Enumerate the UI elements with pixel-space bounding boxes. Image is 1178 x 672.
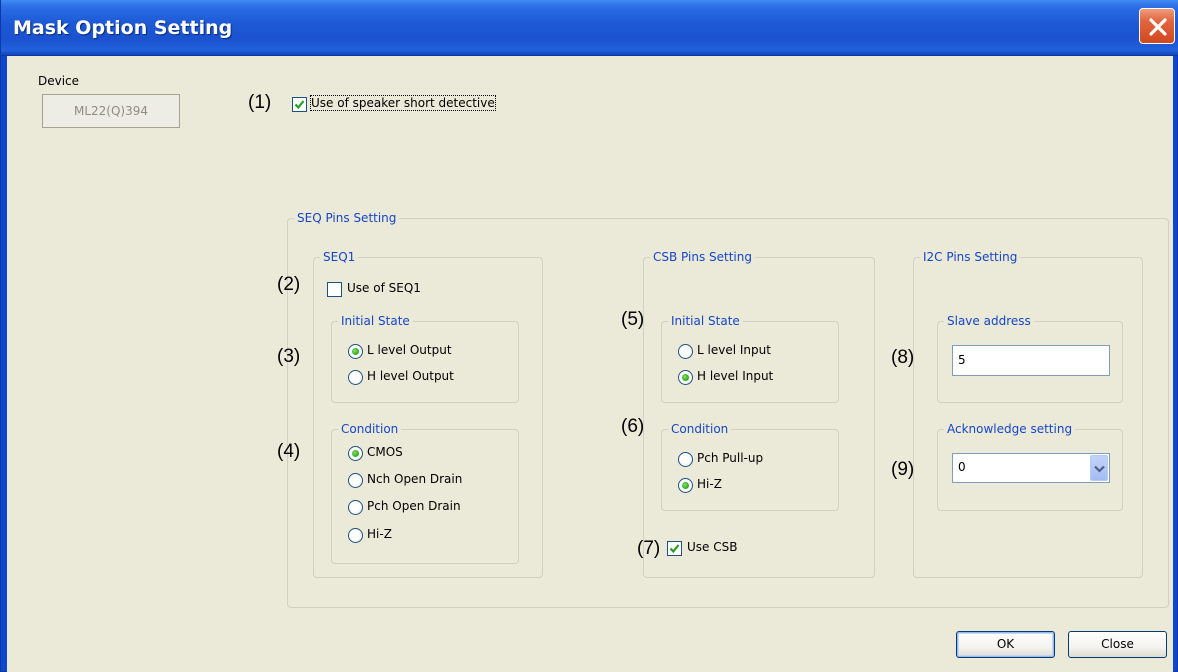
seq1-hi-z-radio[interactable] [348, 528, 363, 543]
seq1-initial-state-group: Initial State L level Output H level Out… [331, 314, 519, 403]
use-seq1-checkbox[interactable] [327, 282, 342, 297]
marker-9: (9) [891, 459, 915, 480]
seq1-h-level-output-radio[interactable] [348, 370, 363, 385]
checkmark-icon [294, 100, 305, 110]
acknowledge-setting-group: Acknowledge setting 0 [937, 422, 1123, 511]
marker-4: (4) [277, 441, 301, 462]
selected-dot-icon [352, 450, 359, 457]
seq1-hi-z-label[interactable]: Hi-Z [367, 527, 392, 541]
marker-3: (3) [277, 346, 301, 367]
seq1-condition-title: Condition [338, 422, 402, 436]
acknowledge-setting-select[interactable]: 0 [952, 453, 1110, 483]
acknowledge-setting-title: Acknowledge setting [944, 422, 1076, 436]
csb-hi-z-radio[interactable] [678, 478, 693, 493]
ok-button[interactable]: OK [956, 631, 1055, 658]
seq1-title: SEQ1 [320, 250, 359, 264]
csb-initial-state-group: Initial State L level Input H level Inpu… [661, 314, 839, 403]
seq-pins-group: SEQ Pins Setting SEQ1 Use of SEQ1 Initia… [287, 211, 1169, 608]
title-bar[interactable]: Mask Option Setting [1, 0, 1178, 56]
seq1-group: SEQ1 Use of SEQ1 Initial State L level O… [313, 250, 543, 578]
marker-7: (7) [637, 538, 661, 559]
device-field: ML22(Q)394 [42, 94, 180, 128]
marker-2: (2) [277, 274, 301, 295]
slave-address-group: Slave address 5 [937, 314, 1123, 403]
use-csb-label[interactable]: Use CSB [687, 540, 737, 554]
slave-address-title: Slave address [944, 314, 1034, 328]
csb-h-level-input-label[interactable]: H level Input [697, 369, 773, 383]
csb-l-level-input-label[interactable]: L level Input [697, 343, 771, 357]
seq1-l-level-output-label[interactable]: L level Output [367, 343, 452, 357]
checkmark-icon [669, 544, 680, 554]
seq1-h-level-output-label[interactable]: H level Output [367, 369, 454, 383]
i2c-pins-group: I2C Pins Setting Slave address 5 Acknowl… [913, 250, 1143, 578]
selected-dot-icon [682, 482, 689, 489]
seq-pins-title: SEQ Pins Setting [294, 211, 400, 225]
csb-pins-group: CSB Pins Setting Initial State L level I… [643, 250, 875, 578]
csb-condition-title: Condition [668, 422, 732, 436]
close-window-button[interactable] [1139, 8, 1175, 44]
csb-pins-title: CSB Pins Setting [650, 250, 755, 264]
seq1-pch-open-drain-radio[interactable] [348, 500, 363, 515]
marker-1: (1) [248, 92, 272, 113]
close-button[interactable]: Close [1068, 631, 1167, 658]
seq1-cmos-label[interactable]: CMOS [367, 445, 403, 459]
csb-condition-group: Condition Pch Pull-up Hi-Z [661, 422, 839, 511]
dropdown-button[interactable] [1090, 455, 1108, 481]
seq1-condition-group: Condition CMOS Nch Open Drain Pch Open D… [331, 422, 519, 564]
selected-dot-icon [682, 374, 689, 381]
csb-pch-pull-up-label[interactable]: Pch Pull-up [697, 451, 763, 465]
chevron-down-icon [1094, 465, 1105, 473]
device-label: Device [38, 74, 80, 88]
slave-address-input[interactable]: 5 [952, 345, 1110, 376]
marker-5: (5) [621, 309, 645, 330]
dialog-window: Mask Option Setting Device ML22(Q)394 (1… [0, 0, 1178, 672]
use-seq1-label[interactable]: Use of SEQ1 [347, 281, 421, 295]
window-title: Mask Option Setting [13, 17, 233, 39]
acknowledge-setting-value: 0 [958, 460, 966, 474]
csb-h-level-input-radio[interactable] [678, 370, 693, 385]
csb-initial-state-title: Initial State [668, 314, 743, 328]
csb-pch-pull-up-radio[interactable] [678, 452, 693, 467]
selected-dot-icon [352, 348, 359, 355]
dialog-body: Device ML22(Q)394 (1) Use of speaker sho… [7, 56, 1173, 672]
close-icon [1149, 18, 1167, 36]
seq1-initial-state-title: Initial State [338, 314, 413, 328]
seq1-cmos-radio[interactable] [348, 446, 363, 461]
csb-l-level-input-radio[interactable] [678, 344, 693, 359]
csb-hi-z-label[interactable]: Hi-Z [697, 477, 722, 491]
i2c-pins-title: I2C Pins Setting [920, 250, 1021, 264]
seq1-pch-open-drain-label[interactable]: Pch Open Drain [367, 499, 461, 513]
speaker-short-label[interactable]: Use of speaker short detective [310, 95, 496, 111]
marker-8: (8) [891, 347, 915, 368]
seq1-nch-open-drain-radio[interactable] [348, 473, 363, 488]
speaker-short-checkbox[interactable] [292, 97, 307, 112]
seq1-l-level-output-radio[interactable] [348, 344, 363, 359]
use-csb-checkbox[interactable] [667, 541, 682, 556]
marker-6: (6) [621, 416, 645, 437]
seq1-nch-open-drain-label[interactable]: Nch Open Drain [367, 472, 462, 486]
